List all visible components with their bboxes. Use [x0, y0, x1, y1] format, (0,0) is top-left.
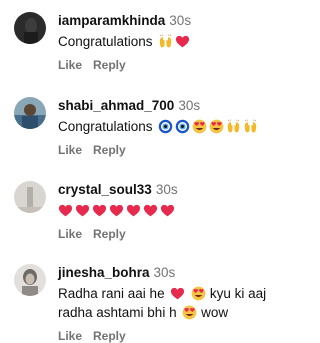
- heart-eyes-icon: [191, 286, 206, 301]
- like-button[interactable]: Like: [58, 58, 82, 72]
- heart-icon: [143, 203, 158, 218]
- comment-text-content: Congratulations: [58, 34, 153, 49]
- timestamp: 30s: [169, 13, 192, 28]
- heart-eyes-icon: [192, 119, 207, 134]
- like-button[interactable]: Like: [58, 227, 82, 241]
- like-button[interactable]: Like: [58, 329, 82, 343]
- username[interactable]: shabi_ahmad_700: [58, 98, 174, 113]
- timestamp: 30s: [153, 265, 176, 280]
- avatar[interactable]: [14, 264, 46, 296]
- timestamp: 30s: [155, 182, 178, 197]
- raising-hands-icon: [226, 119, 241, 134]
- comment-text: Congratulations: [58, 117, 306, 136]
- reply-button[interactable]: Reply: [93, 227, 126, 241]
- heart-icon: [126, 203, 141, 218]
- nazar-amulet-icon: [158, 119, 173, 134]
- heart-icon: [58, 203, 73, 218]
- comment-text-content: kyu ki aaj: [209, 286, 267, 301]
- username[interactable]: crystal_soul33: [58, 182, 152, 197]
- comment-text: [58, 201, 306, 220]
- comment-text-content: Radha rani aai he: [58, 286, 165, 301]
- reply-button[interactable]: Reply: [93, 143, 126, 157]
- reply-button[interactable]: Reply: [93, 58, 126, 72]
- comment-text-content: Congratulations: [58, 119, 153, 134]
- heart-icon: [92, 203, 107, 218]
- heart-icon: [75, 203, 90, 218]
- like-button[interactable]: Like: [58, 143, 82, 157]
- heart-eyes-icon: [182, 305, 197, 320]
- heart-icon: [170, 286, 185, 301]
- raising-hands-icon: [243, 119, 258, 134]
- username[interactable]: jinesha_bohra: [58, 265, 150, 280]
- avatar[interactable]: [14, 97, 46, 129]
- avatar[interactable]: [14, 181, 46, 213]
- comment-text-content: radha ashtami bhi h: [58, 305, 177, 320]
- username[interactable]: iamparamkhinda: [58, 13, 165, 28]
- comment-text: Congratulations: [58, 32, 306, 51]
- heart-icon: [109, 203, 124, 218]
- raising-hands-icon: [158, 34, 173, 49]
- reply-button[interactable]: Reply: [93, 329, 126, 343]
- heart-eyes-icon: [209, 119, 224, 134]
- comment-text-content: wow: [201, 305, 229, 320]
- comment-text: Radha rani aai he kyu ki aaj radha ashta…: [58, 284, 306, 322]
- timestamp: 30s: [178, 98, 201, 113]
- avatar[interactable]: [14, 12, 46, 44]
- heart-icon: [175, 34, 190, 49]
- nazar-amulet-icon: [175, 119, 190, 134]
- heart-icon: [160, 203, 175, 218]
